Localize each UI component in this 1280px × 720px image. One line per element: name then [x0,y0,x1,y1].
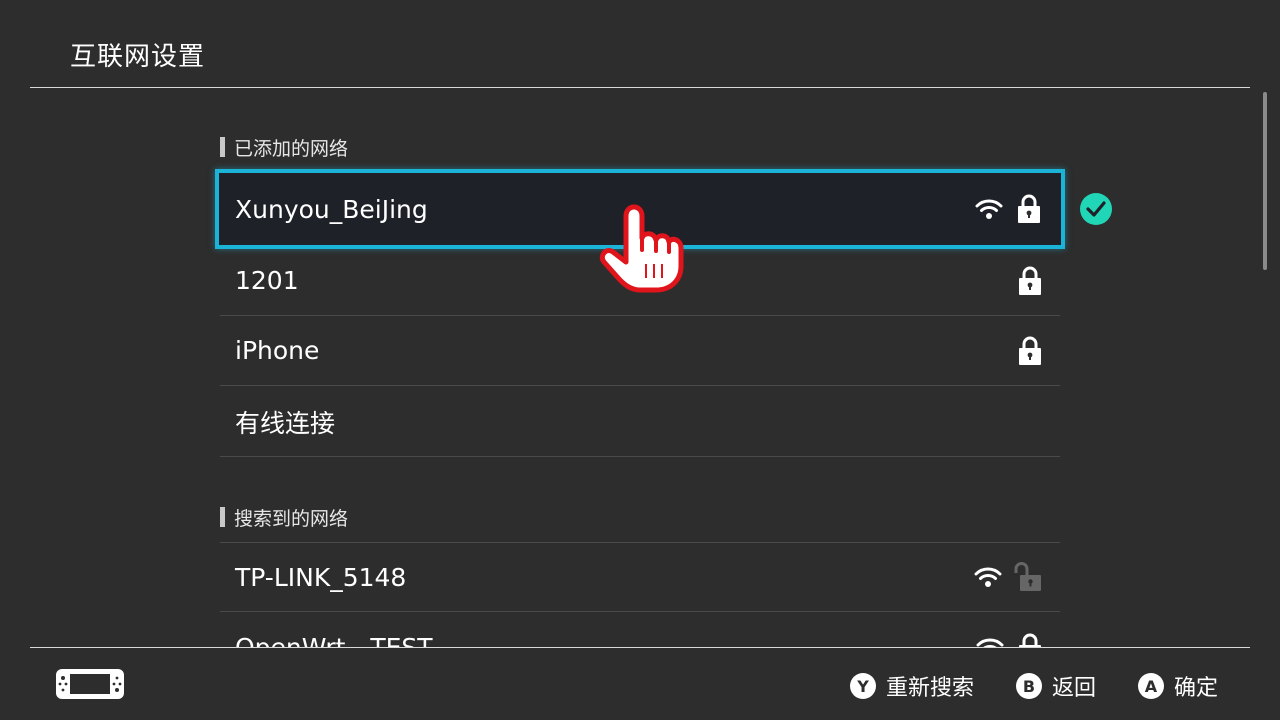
b-button-icon: B [1016,673,1042,699]
a-button-icon: A [1138,673,1164,699]
back-button[interactable]: B 返回 [1016,670,1096,702]
back-label: 返回 [1052,676,1097,701]
section-header-found: 搜索到的网络 [220,506,349,530]
wifi-icon [975,197,1003,221]
hand-pointer-icon [596,198,688,294]
wifi-icon [976,636,1004,647]
lock-icon [1018,266,1042,296]
network-row-wired[interactable]: 有线连接 [220,387,1060,457]
confirm-label: 确定 [1174,676,1219,701]
section-marker [220,507,225,527]
connected-check-icon [1080,193,1112,225]
network-name: 有线连接 [235,408,336,438]
lock-icon [1018,336,1042,366]
section-title: 搜索到的网络 [234,507,349,530]
network-row-openwrt[interactable]: OpenWrt - TEST [220,613,1060,647]
network-name: OpenWrt - TEST [235,633,976,647]
lock-icon [1017,194,1041,224]
y-button-icon: Y [850,673,876,699]
network-row-tplink[interactable]: TP-LINK_5148 [220,542,1060,612]
footer-bar: Y 重新搜索 B 返回 A 确定 [0,648,1280,720]
rescan-label: 重新搜索 [886,676,975,701]
console-icon [55,668,125,704]
lock-icon [1018,633,1042,647]
rescan-button[interactable]: Y 重新搜索 [850,670,974,702]
unlock-icon [1014,562,1042,592]
wifi-icon [974,565,1002,589]
page-title: 互联网设置 [70,42,206,72]
section-title: 已添加的网络 [234,137,349,160]
network-name: TP-LINK_5148 [235,562,407,592]
confirm-button[interactable]: A 确定 [1138,670,1218,702]
section-header-added: 已添加的网络 [220,136,349,160]
section-marker [220,137,225,157]
network-row-iphone[interactable]: iPhone [220,316,1060,386]
network-name: iPhone [235,336,320,365]
network-list: 已添加的网络 Xunyou_BeiJing 1201 iPhone 有线连接 搜… [0,88,1280,647]
